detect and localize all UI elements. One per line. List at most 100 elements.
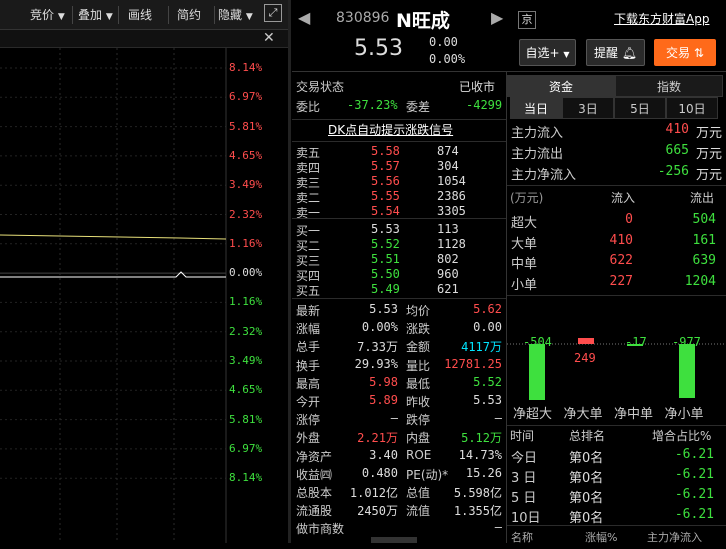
dk-signal-link[interactable]: DK点自动提示涨跌信号 bbox=[328, 121, 453, 141]
divider bbox=[292, 218, 506, 219]
quote-value: 5.62 bbox=[473, 302, 502, 316]
flow-row-label: 超大 bbox=[511, 216, 538, 231]
dropdown-arrow-icon: ▼ bbox=[245, 12, 253, 22]
net-flow-name: 净大单 bbox=[563, 407, 603, 422]
trade-label: 交易 bbox=[666, 46, 691, 60]
auction-label: 竞价 bbox=[30, 8, 55, 22]
tab-5day[interactable]: 5日 bbox=[614, 97, 666, 119]
order-diff-label: 委差 bbox=[406, 100, 431, 114]
stock-name: N旺成 bbox=[396, 10, 450, 32]
order-volume: 621 bbox=[437, 282, 459, 296]
toolbar-divider bbox=[72, 6, 73, 24]
quote-label: 涨跌 bbox=[406, 322, 431, 337]
quote-value: 5.52 bbox=[473, 374, 502, 389]
flow-row-label: 中单 bbox=[511, 257, 538, 272]
net-flow-value: 249 bbox=[574, 351, 596, 365]
percent-label: 6.97% bbox=[229, 90, 263, 104]
close-icon[interactable]: ✕ bbox=[263, 30, 275, 47]
draw-line-button[interactable]: 画线 bbox=[128, 5, 152, 25]
prev-stock-icon[interactable]: ◀ bbox=[298, 8, 310, 27]
download-app-link[interactable]: 下载东方财富App bbox=[614, 10, 709, 27]
quote-value: 14.73% bbox=[458, 447, 502, 462]
simple-button[interactable]: 简约 bbox=[177, 5, 201, 25]
add-watchlist-button[interactable]: 自选+ ▼ bbox=[519, 39, 576, 66]
flow-out-value: 161 bbox=[692, 232, 716, 248]
order-ratio-label: 委比 bbox=[296, 100, 321, 114]
quote-value: 5.598亿 bbox=[453, 486, 502, 500]
quote-value: 0.00 bbox=[473, 320, 502, 335]
quote-label: 收益㈣ bbox=[296, 467, 333, 482]
outflow-header: 流出 bbox=[690, 191, 715, 205]
order-level-label: 买五 bbox=[296, 284, 321, 298]
scroll-handle[interactable] bbox=[371, 537, 417, 543]
quote-value: 4117万 bbox=[461, 340, 502, 355]
rank-value: 第0名 bbox=[569, 511, 604, 526]
flow-value: 665 bbox=[665, 143, 689, 158]
intraday-chart[interactable]: 8.14% 6.97% 5.81% 4.65% 3.49% 2.32% 1.16% 0.00%… bbox=[0, 48, 288, 543]
rank-value: 第0名 bbox=[569, 491, 604, 506]
quote-value: — bbox=[390, 411, 398, 426]
quote-label: 昨收 bbox=[406, 395, 431, 409]
divider bbox=[507, 295, 726, 296]
quote-value: 29.93% bbox=[354, 356, 398, 371]
flow-in-value: 227 bbox=[609, 273, 633, 289]
quote-value: — bbox=[494, 520, 502, 535]
trade-status-label: 交易状态 bbox=[296, 80, 345, 94]
net-flow-name: 净超大 bbox=[513, 407, 553, 422]
stock-code: 830896 bbox=[336, 10, 390, 26]
quote-label: 换手 bbox=[296, 358, 321, 373]
flow-label: 主力流出 bbox=[511, 147, 564, 162]
quote-label: 流值 bbox=[406, 504, 431, 519]
order-price: 5.49 bbox=[371, 282, 400, 296]
tab-today[interactable]: 当日 bbox=[510, 97, 562, 119]
tab-index[interactable]: 指数 bbox=[615, 75, 723, 97]
quote-value: 5.98 bbox=[369, 374, 398, 389]
tab-fund[interactable]: 资金 bbox=[507, 75, 615, 97]
flow-unit: 万元 bbox=[695, 126, 722, 141]
order-price: 5.54 bbox=[371, 204, 400, 218]
auction-button[interactable]: 竞价 ▼ bbox=[30, 5, 65, 25]
bottom-inflow-header: 主力净流入 bbox=[647, 531, 702, 544]
net-flow-value: -977 bbox=[672, 335, 701, 349]
hide-button[interactable]: 隐藏 ▼ bbox=[218, 5, 253, 25]
overlay-button[interactable]: 叠加 ▼ bbox=[78, 5, 113, 25]
current-price: 5.53 bbox=[354, 36, 403, 61]
rank-ratio: -6.21 bbox=[674, 487, 714, 502]
expand-icon[interactable]: ⤢ bbox=[264, 4, 282, 22]
quote-label: 总手 bbox=[296, 340, 321, 355]
quote-value: 1.355亿 bbox=[453, 504, 502, 519]
quote-value: — bbox=[494, 411, 502, 426]
divider bbox=[292, 119, 506, 120]
percent-label: 3.49% bbox=[229, 178, 263, 192]
quote-label: 内盘 bbox=[406, 431, 431, 446]
panel-divider[interactable] bbox=[288, 0, 291, 543]
net-bar-big bbox=[578, 338, 594, 344]
quote-label: 量比 bbox=[406, 358, 431, 373]
percent-label: 6.97% bbox=[229, 441, 263, 455]
quote-value: 1.012亿 bbox=[349, 486, 398, 500]
flow-out-value: 504 bbox=[692, 212, 716, 227]
net-flow-name: 净中单 bbox=[614, 407, 654, 422]
order-volume: 3305 bbox=[437, 204, 466, 218]
rank-time-header: 时间 bbox=[510, 429, 535, 443]
flow-in-value: 0 bbox=[625, 212, 633, 227]
quote-panel: 交易状态 已收市 委比 -37.23% 委差 -4299 DK点自动提示涨跌信号… bbox=[292, 73, 506, 543]
quote-label: PE(动)* bbox=[406, 467, 449, 482]
percent-label: 8.14% bbox=[229, 471, 263, 485]
price-change: 0.00 bbox=[429, 35, 458, 49]
quote-value: 5.53 bbox=[473, 393, 502, 407]
alert-button[interactable]: 提醒 🔔︎ bbox=[586, 39, 645, 66]
tab-3day[interactable]: 3日 bbox=[562, 97, 614, 119]
rank-period: 3 日 bbox=[511, 471, 537, 486]
quote-value: 0.480 bbox=[361, 465, 398, 480]
trade-button[interactable]: 交易 ⇅ bbox=[654, 39, 716, 66]
quote-label: 总值 bbox=[406, 486, 431, 500]
quote-label: 最高 bbox=[296, 376, 321, 391]
tab-10day[interactable]: 10日 bbox=[666, 97, 718, 119]
next-stock-icon[interactable]: ▶ bbox=[491, 8, 503, 27]
trade-status-value: 已收市 bbox=[459, 80, 496, 94]
bottom-change-header: 涨幅% bbox=[585, 531, 618, 544]
rank-period: 今日 bbox=[511, 451, 538, 466]
fund-flow-panel: 资金 指数 当日 3日 5日 10日 主力流入 410 万元 主力流出 665 万元 主力净… bbox=[507, 73, 726, 544]
percent-label: 0.00% bbox=[229, 266, 263, 280]
